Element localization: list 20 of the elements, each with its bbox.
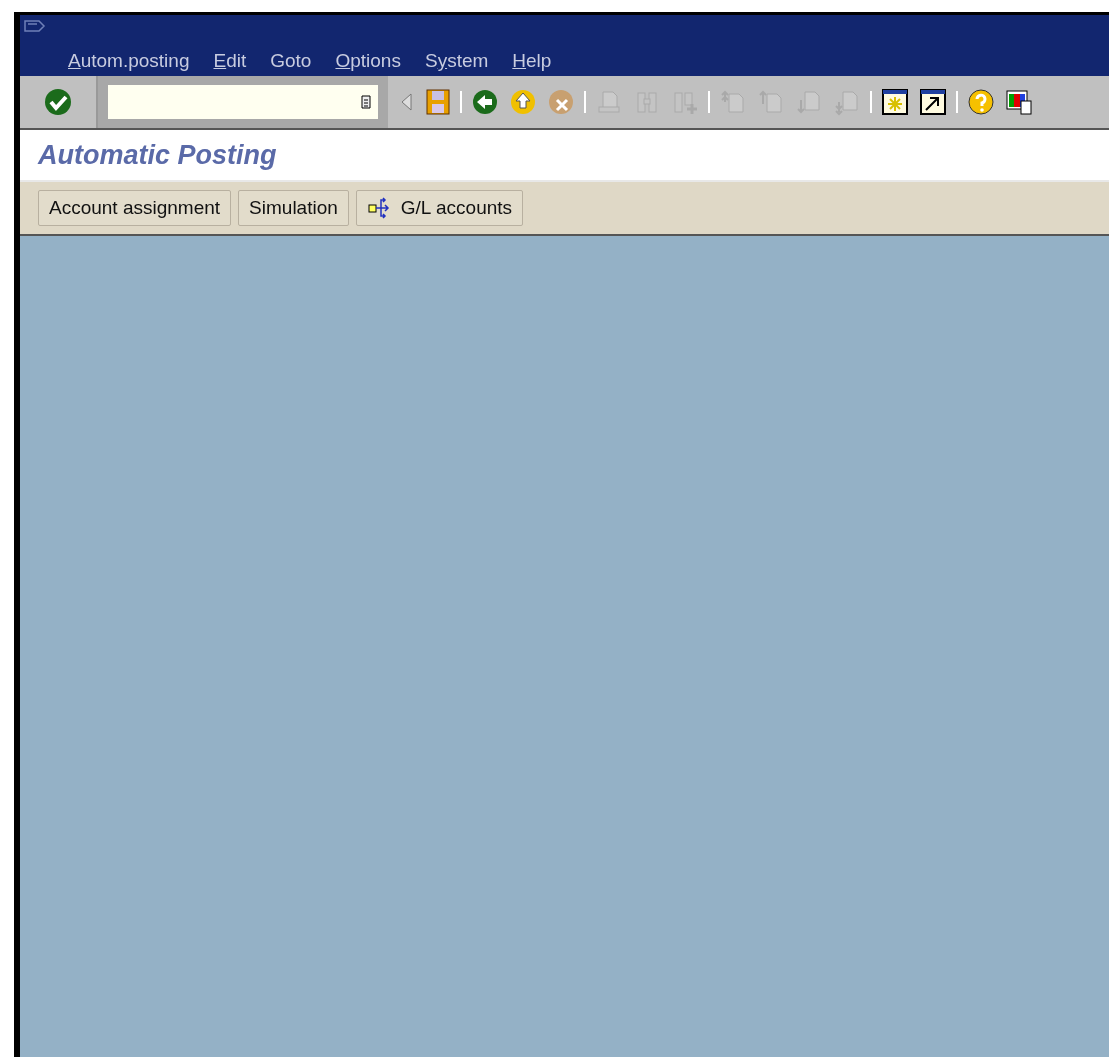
- save-icon[interactable]: [425, 88, 451, 116]
- toolbar-button[interactable]: G/L accounts: [355, 190, 524, 226]
- command-field[interactable]: [108, 85, 378, 119]
- help-icon[interactable]: [967, 88, 995, 116]
- menu-item[interactable]: System: [412, 50, 501, 72]
- layout-icon[interactable]: [1005, 88, 1033, 116]
- toolbar-button[interactable]: Account assignment: [38, 190, 232, 226]
- toolbar-button[interactable]: Simulation: [238, 190, 349, 226]
- shortcut-icon[interactable]: [919, 88, 947, 116]
- menu-item[interactable]: Options: [323, 50, 413, 72]
- history-icon[interactable]: [360, 94, 372, 110]
- check-icon[interactable]: [43, 87, 73, 117]
- cancel-icon[interactable]: [547, 88, 575, 116]
- menu-item[interactable]: Goto: [258, 50, 324, 72]
- menu-item[interactable]: Help: [500, 50, 564, 72]
- new-window-icon[interactable]: [881, 88, 909, 116]
- menu-item[interactable]: Edit: [201, 50, 259, 72]
- screen-title: Automatic Posting: [38, 139, 277, 171]
- accounts-icon: [366, 196, 391, 220]
- menu-item[interactable]: Autom.posting: [56, 50, 202, 72]
